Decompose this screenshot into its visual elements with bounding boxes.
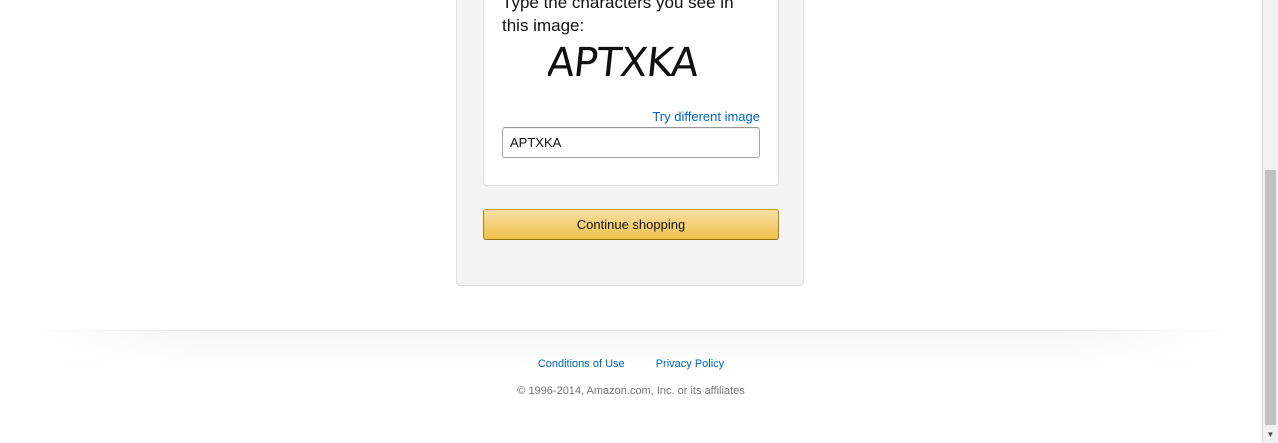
captcha-prompt: Type the characters you see in this imag… xyxy=(502,0,734,35)
copyright-text: © 1996-2014, Amazon.com, Inc. or its aff… xyxy=(517,385,745,397)
browser-viewport: Type the characters you see in this imag… xyxy=(0,0,1278,443)
conditions-of-use-link[interactable]: Conditions of Use xyxy=(538,358,625,370)
captcha-image-text: APTXKA xyxy=(548,40,702,86)
captcha-image: APTXKA xyxy=(548,40,702,86)
captcha-input[interactable] xyxy=(502,127,760,158)
vertical-scrollbar[interactable]: ▼ xyxy=(1262,0,1278,443)
scroll-down-arrow-icon[interactable]: ▼ xyxy=(1263,427,1278,443)
footer-links: Conditions of Use Privacy Policy xyxy=(0,358,1262,370)
page-content: Type the characters you see in this imag… xyxy=(0,0,1262,443)
privacy-policy-link[interactable]: Privacy Policy xyxy=(656,358,724,370)
scrollbar-thumb[interactable] xyxy=(1265,170,1276,425)
continue-shopping-button[interactable]: Continue shopping xyxy=(483,209,779,240)
try-different-image-link[interactable]: Try different image xyxy=(600,109,760,124)
